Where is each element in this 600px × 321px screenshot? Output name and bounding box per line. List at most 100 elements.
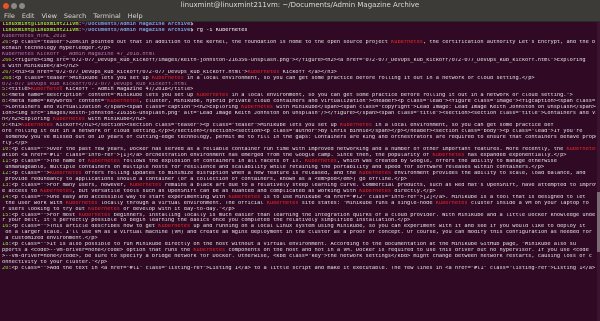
match-highlight: Kubernetes (78, 212, 111, 218)
terminal-text: onnectivity to your cluster."</p> (2, 260, 108, 266)
terminal-text: :<p class="">Add the text in <a href="#l… (8, 266, 596, 272)
match-highlight: Kubernetes (129, 182, 162, 188)
match-highlight: Kubernetes (566, 147, 596, 153)
match-highlight: Kubernetes (359, 188, 392, 194)
terminal-text: $ (190, 22, 197, 27)
match-highlight: Kubernetes (340, 123, 372, 129)
terminal-text: s with Minikube</a></h2> (2, 63, 79, 69)
terminal-text: , cluster, Minikube, hybrid private clou… (139, 99, 596, 105)
terminal-text: linuxmint@linuxmint211vm (2, 27, 79, 33)
match-highlight: Kubernetes (359, 170, 392, 176)
line-number: 267 (2, 69, 12, 75)
window-title: linuxmint@linuxmint211vm: ~/Documents/Ad… (180, 1, 420, 9)
file-name: 072-077_DevOps_kub_kickoff/072-077_DevOp… (2, 81, 187, 87)
terminal-text: :<p class="">For most (8, 212, 79, 218)
terminal-text: Kickoff </a></h3> (279, 69, 337, 75)
file-name: Kubernetes_HTML_2018 (2, 33, 66, 39)
terminal-text: linuxmint@linuxmint211vm (2, 22, 79, 27)
maximize-window-button[interactable] (19, 2, 25, 9)
match-highlight: Kubernetes (88, 206, 120, 212)
line-number: 268 (2, 75, 12, 81)
terminal-text: remains a black art due to a relatively … (161, 182, 596, 188)
terminal-text: n</h2>Exploring (2, 117, 54, 123)
terminal-text: ion><img src="images/keith-johnston-2163… (2, 111, 596, 117)
close-window-button[interactable] (3, 2, 9, 9)
terminal-text: ation <a href="#l1" class="info-ref">[1]… (2, 152, 433, 158)
terminal-text: :<meta name="keywords" content=" (5, 99, 108, 105)
menu-bar: File Edit View Search Terminal Help (0, 11, 600, 22)
match-highlight: Kubernetes (432, 152, 465, 158)
terminal-text: , but versatile tools such as OpenShift … (72, 188, 360, 194)
match-highlight: Kubernetes (49, 170, 82, 176)
terminal-text: with Minikube</span><span class="copyrig… (276, 105, 596, 111)
terminal-text: :<meta name="description" content="Minik… (5, 93, 197, 99)
menu-terminal[interactable]: Terminal (93, 11, 120, 21)
terminal-text: >--vm-driver=none</code>, be sure to spe… (2, 254, 592, 260)
terminal-text: pports a <code>--vm-driver=none</code> o… (2, 248, 194, 254)
terminal-text: provide redundancy to applications shoul… (2, 176, 408, 182)
match-highlight: Kubernetes (228, 194, 261, 200)
match-highlight: Kubernetes (193, 248, 226, 254)
terminal-text: has expanded exponentially.</p> (464, 152, 567, 158)
terminal-text: beginners, installing locally is much ea… (110, 212, 596, 218)
match-highlight: Kubernetes (266, 200, 299, 206)
menu-help[interactable]: Help (128, 11, 143, 21)
match-highlight: Kubernetes (21, 123, 54, 129)
terminal-text: :<title> (5, 87, 31, 93)
file-name: Kubernetes Kickoff _ Admin Magazine 47_2… (2, 51, 156, 57)
terminal-text: unmanageable, multiple containers on mul… (2, 164, 545, 170)
window-controls (3, 2, 25, 9)
terminal-text: site states: "Minikube runs a single-nod… (298, 200, 436, 206)
match-highlight: Kubernetes (158, 224, 191, 230)
terminal-text: :<p class="">The name of (8, 158, 89, 164)
menu-view[interactable]: View (41, 11, 56, 21)
match-highlight: Kubernetes (304, 158, 337, 164)
terminal-text: ~/Documents/Admin Magazine Archive (81, 27, 191, 33)
terminal-text: e access to (2, 188, 41, 194)
terminal-text: locally through a virtual environment. T… (97, 200, 267, 206)
terminal-text: kchain technology Hyperledger.</p> (2, 45, 111, 51)
terminal-text: Kickoff - Admin Magazine 47/2018</title> (62, 87, 194, 93)
menu-edit[interactable]: Edit (22, 11, 35, 21)
terminal-text: components on the host and not in a VM. … (225, 248, 589, 254)
terminal-text: in a local environment, so you can get s… (228, 93, 573, 99)
terminal-text: on a larger scale. I'll use VM as a virt… (2, 230, 592, 236)
match-highlight: Kubernetes (88, 158, 121, 164)
terminal-text: in a local environment, so you can get s… (183, 75, 535, 81)
terminal-text: r your belt, it's perfectly possible to … (2, 218, 411, 224)
title-bar: linuxmint@linuxmint211vm: ~/Documents/Ad… (0, 0, 600, 11)
terminal-line: 20:<p class="">Add the text in <a href="… (2, 266, 596, 272)
terminal-text: somehow you've missed out on 10 years of… (2, 135, 596, 141)
match-highlight: Kubernetes (53, 117, 85, 123)
terminal-text: with Minikube</h2> (84, 117, 146, 123)
terminal-text: in a local environment, so you can get s… (371, 123, 554, 129)
menu-search[interactable]: Search (64, 11, 86, 21)
terminal-text: Kickoff</h1></section><section class="te… (53, 123, 341, 129)
terminal-text: :<p class="">This article describes how … (8, 224, 159, 230)
terminal-text: ~/Documents/Admin Magazine Archive (81, 22, 191, 27)
minimize-window-button[interactable] (11, 2, 17, 9)
terminal-text: follows the explosion of containers in a… (120, 158, 305, 164)
terminal-text: offers rolling updates to minimize disru… (81, 170, 360, 176)
match-highlight: Kubernetes (391, 39, 423, 45)
match-highlight: Kubernetes (247, 69, 280, 75)
terminal-text: cluster inside a VM on your laptop fo (467, 200, 589, 206)
terminal-text: up and running on a local Linux system u… (190, 224, 586, 230)
terminal-text: :<p class="teaser">Minikube lets you set… (11, 75, 152, 81)
terminal-text: , the certification authority Let's Encr… (422, 39, 596, 45)
terminal-text: is to use Minikube <a href="#l2" class="… (260, 194, 586, 200)
terminal-text: directly.</p> (391, 188, 436, 194)
match-highlight: Kubernetes (151, 75, 184, 81)
terminal-text: r users looking to try out (2, 206, 89, 212)
terminal-text: a customized environment.</p> (2, 236, 98, 242)
menu-file[interactable]: File (4, 11, 15, 21)
terminal-line: 266:<figure><img src="072-077_DevOps_kub… (2, 58, 596, 64)
terminal-output[interactable]: linuxmint@linuxmint211vm:~/Documents/Adm… (2, 22, 596, 321)
match-highlight: Kubernetes (65, 200, 98, 206)
line-number: 266 (2, 57, 12, 63)
match-highlight: Kubernetes (40, 188, 73, 194)
terminal-text: , which was created by Google, offers th… (336, 158, 557, 164)
terminal-text: :<figure><img src="072-077_DevOps_kub_ki… (11, 57, 586, 63)
terminal-text: ">Containers and Virtualization </span><… (2, 105, 242, 111)
terminal-text: environment provides the ability to scal… (391, 170, 586, 176)
